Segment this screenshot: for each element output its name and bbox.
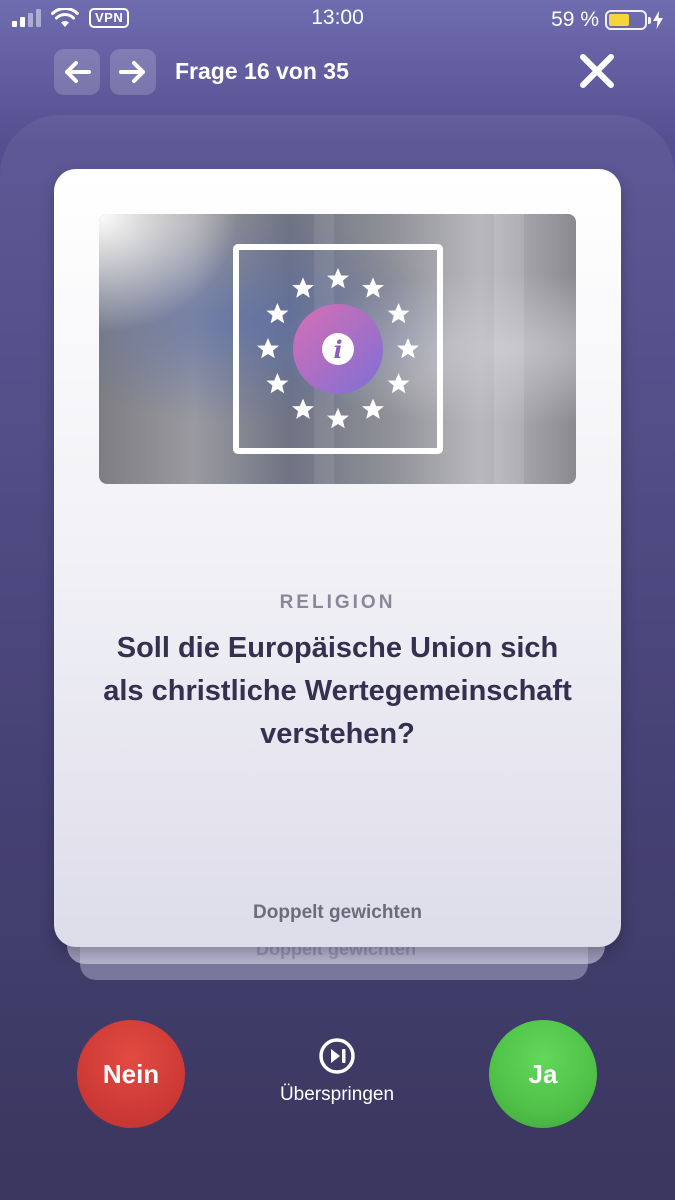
star-icon	[292, 398, 314, 419]
star-icon	[292, 277, 314, 298]
question-card[interactable]: i RELIGION Soll die Europäische Union si…	[54, 169, 621, 947]
battery-icon	[605, 10, 651, 30]
svg-text:i: i	[333, 335, 342, 364]
forward-button[interactable]	[110, 49, 156, 95]
status-bar: VPN 13:00 59 %	[0, 0, 675, 40]
eu-stars-logo: i	[233, 244, 443, 454]
question-image: i	[99, 214, 576, 484]
star-icon	[257, 338, 279, 359]
skip-icon	[319, 1038, 355, 1074]
question-category: RELIGION	[279, 592, 396, 613]
star-icon	[387, 303, 410, 324]
arrow-right-icon	[119, 61, 145, 83]
star-icon	[327, 268, 349, 289]
question-text: Soll die Europäische Union sich als chri…	[103, 632, 572, 750]
close-button[interactable]	[574, 48, 620, 94]
battery-percent: 59 %	[551, 8, 599, 31]
double-weight-button[interactable]: Doppelt gewichten	[54, 902, 621, 924]
skip-label: Überspringen	[279, 1084, 395, 1105]
star-icon	[387, 373, 410, 394]
yes-button[interactable]: Ja	[489, 1020, 597, 1128]
star-icon	[327, 408, 349, 429]
back-button[interactable]	[54, 49, 100, 95]
star-icon	[362, 398, 384, 419]
arrow-left-icon	[65, 61, 91, 83]
star-icon	[362, 277, 384, 298]
star-icon	[397, 338, 419, 359]
no-button[interactable]: Nein	[77, 1020, 185, 1128]
star-icon	[266, 303, 289, 324]
question-counter: Frage 16 von 35	[175, 58, 349, 84]
skip-button[interactable]: Überspringen	[262, 1036, 412, 1106]
star-icon	[266, 373, 289, 394]
close-icon	[580, 54, 614, 88]
charging-icon	[653, 11, 663, 29]
